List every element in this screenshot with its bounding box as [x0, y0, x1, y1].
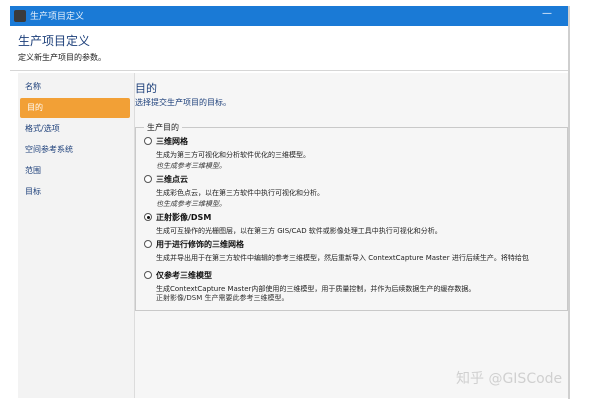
radio-reference-model-only[interactable]	[144, 271, 152, 279]
option-label: 仅参考三维模型	[156, 271, 212, 280]
window-title: 生产项目定义	[30, 12, 85, 22]
app-icon	[14, 10, 26, 22]
minimize-button[interactable]: —	[542, 8, 552, 19]
section-subtitle: 选择提交生产项目的目标。	[135, 98, 231, 107]
radio-ortho-dsm[interactable]	[144, 213, 152, 221]
section-title: 目的	[135, 82, 157, 95]
watermark: 知乎 @GISCode	[456, 371, 563, 387]
sidebar-item-extent[interactable]: 范围	[18, 161, 130, 181]
sidebar-item-format-options[interactable]: 格式/选项	[18, 119, 130, 139]
page-title: 生产项目定义	[18, 34, 91, 48]
window-right-edge	[568, 6, 570, 399]
sidebar-item-destination[interactable]: 目标	[18, 182, 130, 202]
sidebar-item-name[interactable]: 名称	[18, 77, 130, 97]
option-note: 也生成参考三维模型。	[156, 200, 226, 208]
radio-3d-point-cloud[interactable]	[144, 175, 152, 183]
option-label: 三维点云	[156, 175, 188, 184]
sidebar-item-purpose[interactable]: 目的	[20, 98, 130, 118]
option-description: 生成为第三方可视化和分析软件优化的三维模型。	[156, 151, 310, 159]
page-header: 生产项目定义 定义新生产项目的参数。	[10, 26, 570, 70]
option-note: 也生成参考三维模型。	[156, 162, 226, 170]
purpose-panel: 目的 选择提交生产项目的目标。 生产目的 三维网格 生成为第三方可视化和分析软件…	[135, 73, 568, 398]
purpose-groupbox: 生产目的 三维网格 生成为第三方可视化和分析软件优化的三维模型。 也生成参考三维…	[135, 122, 568, 311]
option-description: 生成并导出用于在第三方软件中编辑的参考三维模型，然后重新导入 ContextCa…	[156, 254, 529, 262]
option-note: 正射影像/DSM 生产需要此参考三维模型。	[156, 294, 289, 302]
radio-3d-mesh[interactable]	[144, 137, 152, 145]
option-label: 三维网格	[156, 137, 188, 146]
option-description: 生成可互操作的光栅图层，以在第三方 GIS/CAD 软件或影像处理工具中执行可视…	[156, 227, 442, 235]
groupbox-label: 生产目的	[144, 122, 182, 133]
page-subtitle: 定义新生产项目的参数。	[18, 53, 106, 62]
sidebar-item-srs[interactable]: 空间参考系统	[18, 140, 130, 160]
option-label: 正射影像/DSM	[156, 213, 212, 222]
steps-sidebar: 名称 目的 格式/选项 空间参考系统 范围 目标	[18, 73, 135, 398]
option-label: 用于进行修饰的三维网格	[156, 240, 244, 249]
header-divider	[10, 70, 570, 71]
option-description: 生成彩色点云，以在第三方软件中执行可视化和分析。	[156, 189, 324, 197]
radio-mesh-retouching[interactable]	[144, 240, 152, 248]
title-bar[interactable]: 生产项目定义 —	[10, 6, 570, 26]
